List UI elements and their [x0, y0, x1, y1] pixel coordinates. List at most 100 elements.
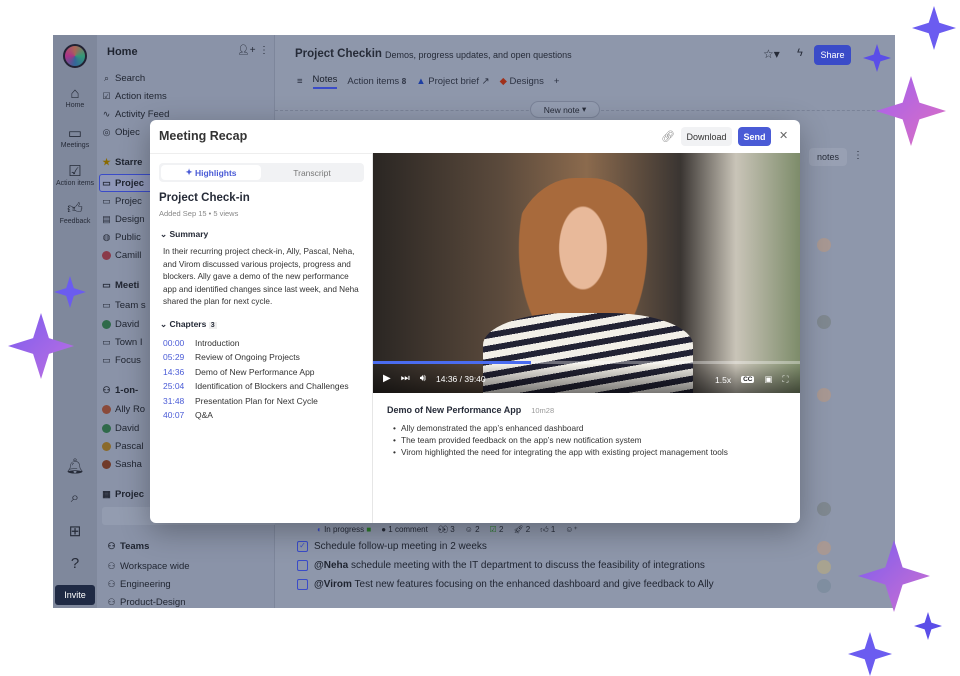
chapter-item[interactable]: 14:36 Demo of New Performance App [163, 367, 315, 377]
reaction[interactable]: ☺ 2 [465, 525, 480, 535]
chapter-time[interactable]: 31:48 [163, 396, 185, 406]
next-icon[interactable]: ⏭︎ [401, 373, 410, 384]
todo-text: schedule meeting with the IT department … [348, 560, 705, 571]
rail-home[interactable]: ⌂ Home [53, 85, 97, 109]
sidebar-item-team[interactable]: ⚇ Product-Design [107, 597, 185, 608]
sidebar-item-team[interactable]: ⚇ Workspace wide [107, 561, 189, 572]
sidebar-item-project[interactable]: ▭ Projec [102, 178, 144, 189]
sidebar-item-camille[interactable]: Camill [102, 250, 141, 261]
pip-icon[interactable]: ▣ [764, 374, 772, 385]
sidebar-item-action-items[interactable]: ☑ Action items [102, 91, 166, 102]
tab-project-brief[interactable]: ▲ Project brief ↗ [416, 76, 489, 87]
chapter-time[interactable]: 25:04 [163, 381, 185, 391]
close-icon[interactable]: ✕ [779, 129, 788, 142]
more-icon[interactable]: ⋮ [853, 150, 863, 161]
chapter-time[interactable]: 05:29 [163, 352, 185, 362]
new-note-button[interactable]: New note ▾ [530, 101, 600, 118]
rail-meetings[interactable]: ▭ Meetings [53, 124, 97, 149]
add-tab-icon[interactable]: + [554, 76, 560, 87]
sidebar-item-public[interactable]: ◍ Public [102, 232, 141, 243]
workspace-logo[interactable] [63, 44, 87, 68]
sidebar-item-person[interactable]: Pascal [102, 441, 144, 452]
download-button[interactable]: Download [681, 127, 732, 146]
mention[interactable]: @Neha [314, 560, 348, 571]
mention[interactable]: @Virom [314, 579, 352, 590]
chapter-item[interactable]: 31:48 Presentation Plan for Next Cycle [163, 396, 318, 406]
tab-action-items[interactable]: Action items 8 [347, 76, 406, 87]
chapter-item[interactable]: 25:04 Identification of Blockers and Chal… [163, 381, 349, 391]
help-icon[interactable]: ? [53, 555, 97, 572]
search-icon[interactable]: ⌕ [53, 489, 97, 506]
sidebar-item-team[interactable]: ⚇ Engineering [107, 579, 170, 590]
avatar [817, 502, 831, 516]
bolt-icon[interactable]: ϟ [797, 47, 803, 59]
captions-button[interactable]: CC [741, 376, 755, 383]
section-starred[interactable]: ★ Starre [102, 157, 142, 168]
fullscreen-icon[interactable]: ⛶ [783, 374, 789, 385]
reaction[interactable]: ☑ 2 [490, 525, 504, 535]
chapter-item[interactable]: 40:07 Q&A [163, 410, 213, 420]
notes-button[interactable]: notes [809, 148, 847, 166]
volume-icon[interactable]: 🔊︎ [420, 373, 426, 384]
star-icon: ★ [102, 157, 111, 167]
sidebar-item-person[interactable]: Sasha [102, 459, 142, 470]
sidebar-item-meeting[interactable]: ▭ Town I [102, 337, 142, 348]
status-badge[interactable]: ◐ In progress ■ [317, 525, 371, 535]
sidebar-item-search[interactable]: ⌕ Search [102, 73, 145, 84]
todo-item[interactable]: @Virom Test new features focusing on the… [297, 579, 714, 590]
speed-button[interactable]: 1.5x [715, 375, 731, 385]
todo-item[interactable]: @Neha schedule meeting with the IT depar… [297, 560, 705, 571]
sidebar-item-person[interactable]: Ally Ro [102, 404, 145, 415]
sidebar-item-person[interactable]: David [102, 423, 139, 434]
tab-notes[interactable]: Notes [312, 74, 338, 89]
gift-icon[interactable]: ⊞ [53, 522, 97, 540]
play-icon[interactable]: ▶ [383, 373, 391, 384]
checkbox[interactable] [297, 560, 308, 571]
tab-highlights[interactable]: ✦ Highlights [161, 165, 261, 180]
chapter-time[interactable]: 40:07 [163, 410, 185, 420]
sidebar-item-project[interactable]: ▭ Projec [102, 196, 142, 207]
section-projects[interactable]: ▦ Projec [102, 489, 144, 500]
reaction[interactable]: 🚀︎ 2 [513, 525, 530, 535]
more-icon[interactable]: ⋮ [259, 45, 269, 56]
star-icon[interactable]: ☆▾ [763, 47, 780, 61]
sidebar-item-objectives[interactable]: ◎ Objec [102, 127, 140, 138]
sidebar-item-meeting[interactable]: David [102, 319, 139, 330]
chapter-time[interactable]: 14:36 [163, 367, 185, 377]
section-one-on-one[interactable]: ⚇ 1-on- [102, 385, 138, 396]
bell-icon[interactable]: 🔔︎ [53, 457, 97, 475]
invite-button[interactable]: Invite [55, 585, 95, 605]
share-button[interactable]: Share [814, 45, 851, 65]
rail-feedback[interactable]: 👍︎ Feedback [53, 200, 97, 225]
summary-toggle[interactable]: ⌄ Summary [160, 229, 208, 240]
section-meetings[interactable]: ▭ Meeti [102, 280, 139, 291]
tab-designs[interactable]: ◆ Designs [500, 76, 544, 87]
send-button[interactable]: Send [738, 127, 771, 146]
checkbox[interactable] [297, 579, 308, 590]
rail-action-items[interactable]: ☑ Action items [53, 162, 97, 187]
checkbox-checked[interactable]: ✓ [297, 541, 308, 552]
add-reaction-icon[interactable]: ☺⁺ [565, 525, 577, 535]
target-icon: ◎ [102, 127, 111, 137]
sparkle-decoration [848, 632, 892, 676]
label: Search [115, 73, 146, 84]
comments-badge[interactable]: ● 1 comment [381, 525, 428, 535]
chapter-item[interactable]: 00:00 Introduction [163, 338, 239, 348]
tab-transcript[interactable]: Transcript [262, 165, 362, 180]
list-icon: ≡ [297, 76, 303, 87]
video-player[interactable]: ▶ ⏭︎ 🔊︎ 14:36 / 39:40 1.5x CC ▣ ⛶ [373, 153, 800, 393]
todo-item[interactable]: ✓ Schedule follow-up meeting in 2 weeks [297, 541, 487, 552]
label: David [115, 423, 140, 434]
chapters-toggle[interactable]: ⌄ Chapters 3 [160, 319, 217, 330]
link-icon[interactable]: 🔗︎ [661, 130, 675, 143]
sidebar-item-meeting[interactable]: ▭ Focus [102, 355, 141, 366]
reaction[interactable]: 👍︎ 1 [540, 525, 555, 535]
chapter-time[interactable]: 00:00 [163, 338, 185, 348]
chapter-item[interactable]: 05:29 Review of Ongoing Projects [163, 352, 300, 362]
sidebar-item-activity[interactable]: ∿ Activity Feed [102, 109, 170, 120]
add-user-icon[interactable]: 👤︎+ [237, 45, 256, 56]
reaction[interactable]: 👀︎ 3 [438, 525, 455, 535]
section-teams[interactable]: ⚇ Teams [107, 541, 149, 552]
sidebar-item-meeting[interactable]: ▭ Team s [102, 300, 145, 311]
sidebar-item-design[interactable]: ▤ Design [102, 214, 144, 225]
